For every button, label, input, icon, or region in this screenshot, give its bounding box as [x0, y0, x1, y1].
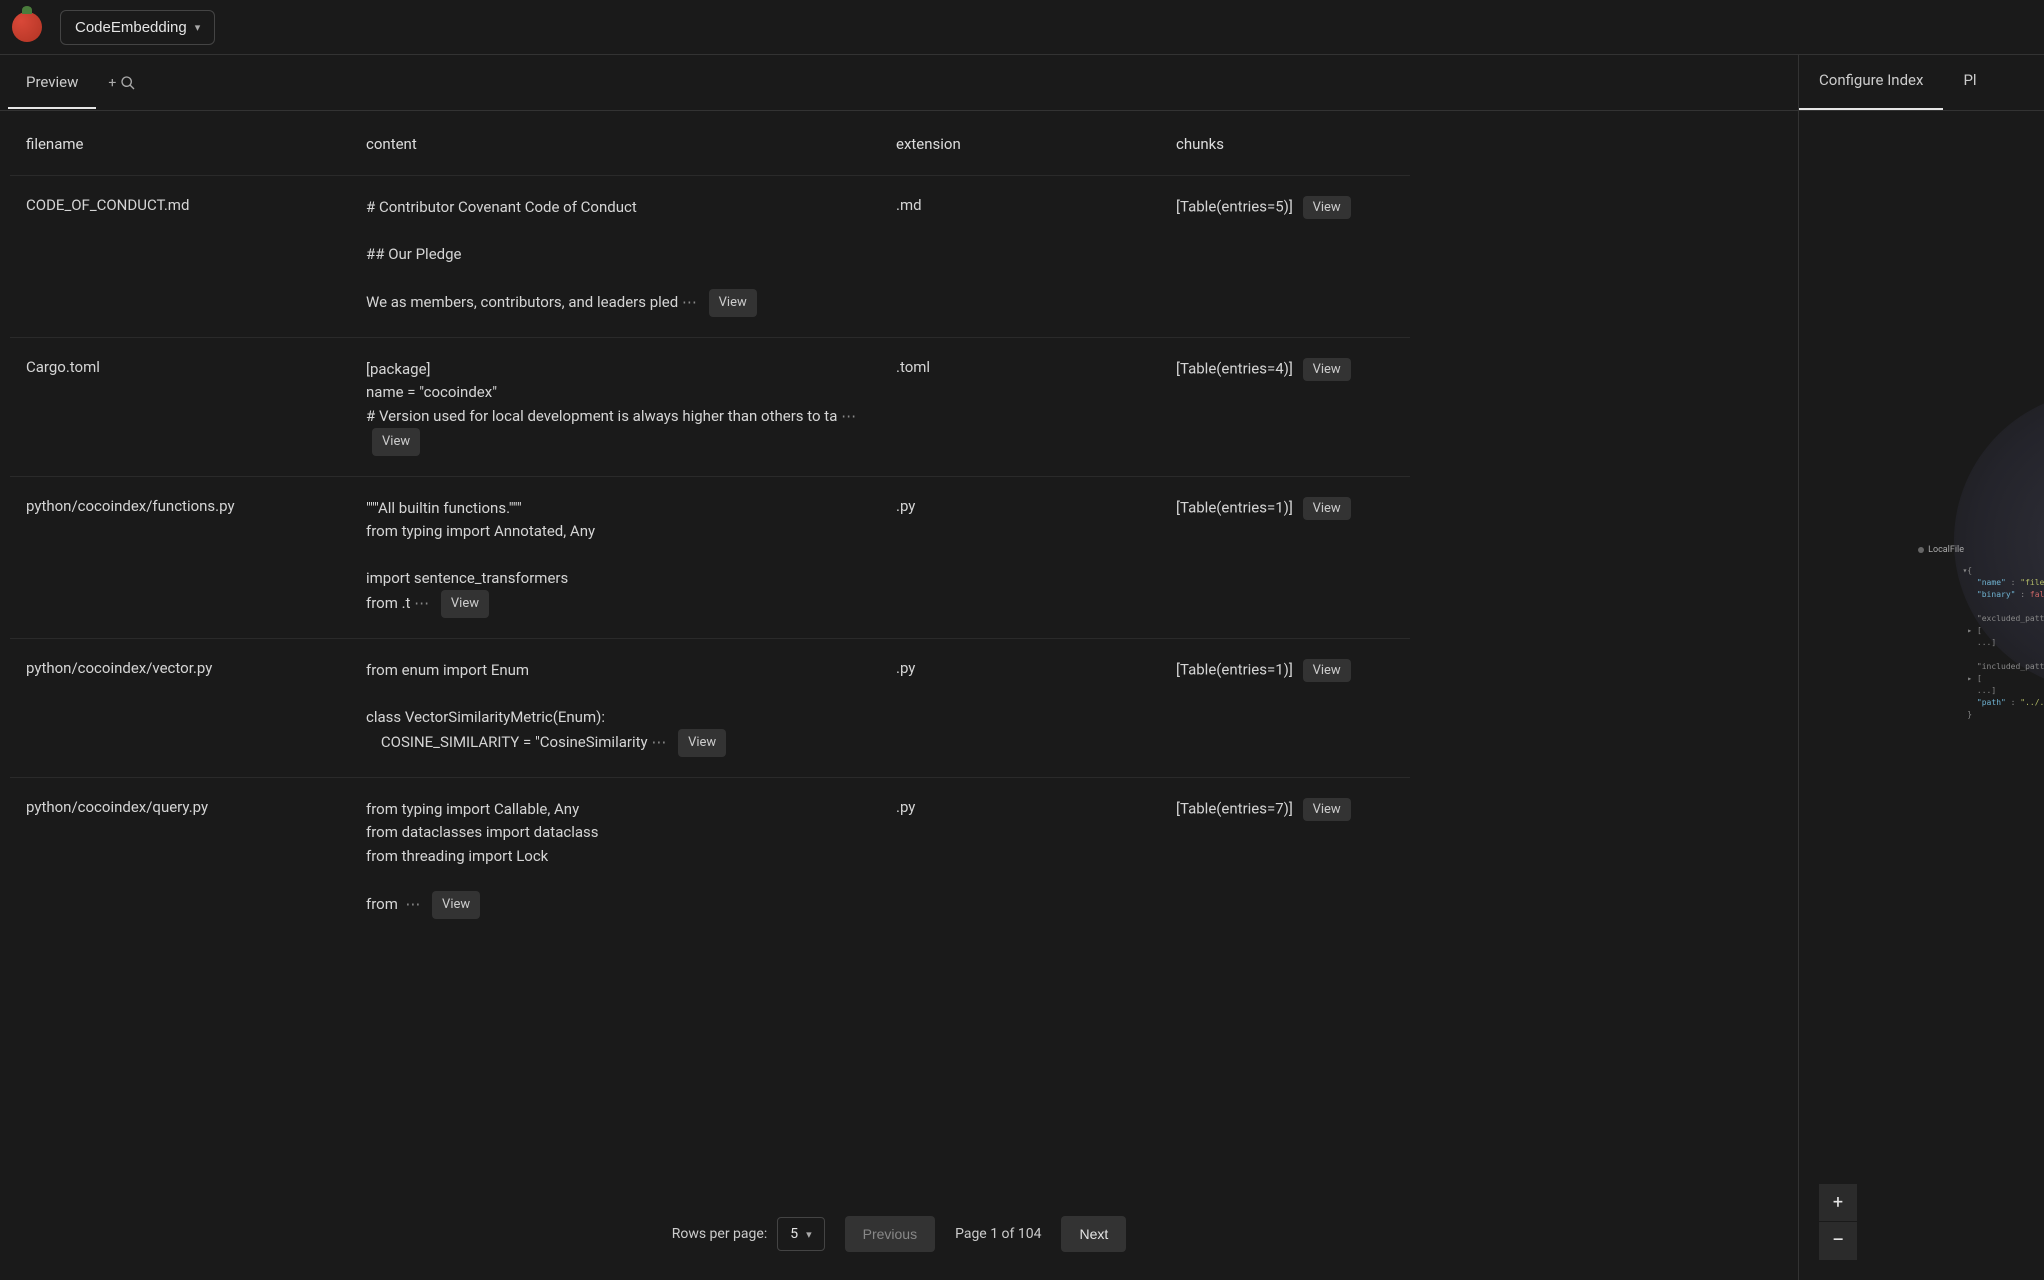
cell-extension: .toml [880, 338, 1160, 477]
zoom-in-button[interactable]: + [1819, 1184, 1857, 1222]
ellipsis-icon: ⋯ [651, 733, 668, 751]
cell-filename: CODE_OF_CONDUCT.md [10, 176, 350, 338]
cell-extension: .py [880, 778, 1160, 940]
page-info: Page 1 of 104 [955, 1226, 1041, 1242]
cell-chunks: [Table(entries=7)] View [1160, 778, 1410, 940]
cell-filename: python/cocoindex/functions.py [10, 477, 350, 639]
cell-chunks: [Table(entries=5)] View [1160, 176, 1410, 338]
cell-chunks: [Table(entries=1)] View [1160, 477, 1410, 639]
ellipsis-icon: ⋯ [682, 293, 699, 311]
view-content-button[interactable]: View [432, 891, 480, 919]
rows-per-page-label: Rows per page: [672, 1226, 767, 1242]
view-chunks-button[interactable]: View [1303, 358, 1351, 381]
col-content: content [350, 111, 880, 176]
search-icon [120, 75, 136, 91]
view-chunks-button[interactable]: View [1303, 798, 1351, 821]
table-row: python/cocoindex/query.pyfrom typing imp… [10, 778, 1410, 940]
cell-content: # Contributor Covenant Code of Conduct #… [350, 176, 880, 338]
view-chunks-button[interactable]: View [1303, 497, 1351, 520]
cell-content: from enum import Enum class VectorSimila… [350, 639, 880, 778]
cell-content: """All builtin functions.""" from typing… [350, 477, 880, 639]
cell-content: from typing import Callable, Any from da… [350, 778, 880, 940]
cell-chunks: [Table(entries=1)] View [1160, 639, 1410, 778]
tab-preview[interactable]: Preview [8, 57, 96, 109]
tab-configure-index[interactable]: Configure Index [1799, 55, 1943, 110]
next-button[interactable]: Next [1061, 1216, 1126, 1252]
view-chunks-button[interactable]: View [1303, 659, 1351, 682]
cell-chunks: [Table(entries=4)] View [1160, 338, 1410, 477]
graph-canvas[interactable]: LocalFile ▾{ "name" : "files" "binary" :… [1799, 111, 2044, 1280]
tab-partial-label: Pl [1963, 71, 1976, 89]
table-row: Cargo.toml[package] name = "cocoindex" #… [10, 338, 1410, 477]
col-chunks: chunks [1160, 111, 1410, 176]
chevron-down-icon: ▾ [806, 1228, 812, 1241]
ellipsis-icon: ⋯ [405, 895, 422, 913]
graph-node-radial [1954, 391, 2044, 691]
rows-per-page-select[interactable]: 5 ▾ [777, 1217, 824, 1251]
ellipsis-icon: ⋯ [414, 594, 431, 612]
project-selector-label: CodeEmbedding [75, 19, 187, 36]
table-row: python/cocoindex/functions.py"""All buil… [10, 477, 1410, 639]
cell-extension: .py [880, 477, 1160, 639]
chevron-down-icon: ▾ [195, 21, 201, 34]
data-table: filename content extension chunks CODE_O… [10, 111, 1410, 939]
view-content-button[interactable]: View [678, 729, 726, 757]
app-logo [12, 12, 42, 42]
cell-filename: Cargo.toml [10, 338, 350, 477]
ellipsis-icon: ⋯ [841, 407, 858, 425]
cell-extension: .py [880, 639, 1160, 778]
table-row: CODE_OF_CONDUCT.md# Contributor Covenant… [10, 176, 1410, 338]
node-dot-icon [1918, 547, 1924, 553]
cell-content: [package] name = "cocoindex" # Version u… [350, 338, 880, 477]
view-content-button[interactable]: View [372, 428, 420, 456]
zoom-controls: + − [1819, 1184, 1857, 1260]
cell-filename: python/cocoindex/vector.py [10, 639, 350, 778]
view-content-button[interactable]: View [709, 289, 757, 317]
tab-partial[interactable]: Pl [1943, 55, 1996, 110]
plus-icon: + [108, 75, 116, 91]
view-content-button[interactable]: View [441, 590, 489, 618]
tab-configure-label: Configure Index [1819, 71, 1923, 89]
tab-preview-label: Preview [26, 73, 78, 91]
view-chunks-button[interactable]: View [1303, 196, 1351, 219]
col-filename: filename [10, 111, 350, 176]
zoom-out-button[interactable]: − [1819, 1222, 1857, 1260]
col-extension: extension [880, 111, 1160, 176]
add-search-tab-button[interactable]: + [96, 67, 148, 99]
cell-filename: python/cocoindex/query.py [10, 778, 350, 940]
cell-extension: .md [880, 176, 1160, 338]
rows-per-page-value: 5 [790, 1226, 798, 1242]
project-selector[interactable]: CodeEmbedding ▾ [60, 10, 215, 45]
graph-node-label: LocalFile [1918, 545, 1964, 555]
table-row: python/cocoindex/vector.pyfrom enum impo… [10, 639, 1410, 778]
previous-button[interactable]: Previous [845, 1216, 935, 1252]
